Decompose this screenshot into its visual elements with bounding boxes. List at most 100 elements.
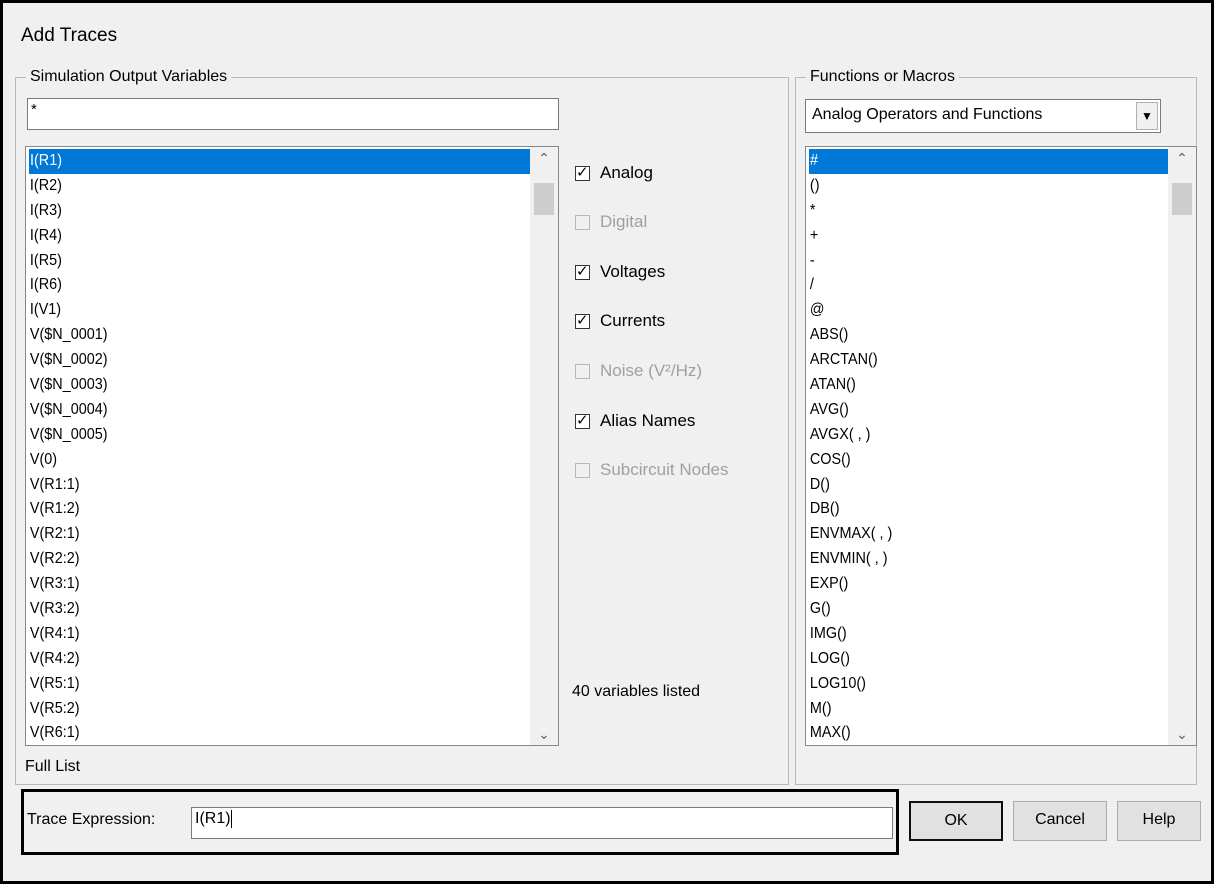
- chevron-up-icon[interactable]: ⌃: [530, 147, 558, 169]
- function-list-item-text: /: [809, 276, 814, 294]
- sim-output-list-item[interactable]: V(R5:2): [29, 697, 487, 722]
- sim-output-list-item[interactable]: V($N_0003): [29, 373, 487, 398]
- scroll-thumb[interactable]: [1172, 183, 1192, 215]
- function-list-item-text: ATAN(): [809, 376, 856, 394]
- chevron-down-icon[interactable]: ⌄: [1168, 723, 1196, 745]
- sim-output-list-item[interactable]: V($N_0001): [29, 323, 487, 348]
- alias-names-checkbox[interactable]: ✓ Alias Names: [575, 411, 695, 431]
- sim-output-list-item[interactable]: I(R5): [29, 249, 487, 274]
- sim-output-list-item[interactable]: I(R6): [29, 273, 487, 298]
- sim-output-list-item[interactable]: V(R6:1): [29, 721, 487, 745]
- subcircuit-nodes-label: Subcircuit Nodes: [600, 460, 729, 479]
- currents-checkbox[interactable]: ✓ Currents: [575, 311, 665, 331]
- sim-output-list-item[interactable]: V(R1:2): [29, 497, 487, 522]
- sim-output-list-item[interactable]: V(R2:2): [29, 547, 487, 572]
- sim-output-list[interactable]: I(R1) I(R2) I(R3) I(R4) I(R5) I(R6) I(V1) V($N_…: [25, 146, 559, 746]
- analog-checkbox[interactable]: ✓ Analog: [575, 163, 653, 183]
- triangle-down-icon[interactable]: ▼: [1136, 102, 1158, 130]
- function-list-item[interactable]: ARCTAN(): [809, 348, 1139, 373]
- checkmark-icon: ✓: [576, 311, 589, 329]
- cancel-button[interactable]: Cancel: [1013, 801, 1107, 841]
- function-list-item[interactable]: -: [809, 249, 1139, 274]
- function-list-item[interactable]: D(): [809, 473, 1139, 498]
- sim-output-list-item-text: V($N_0004): [29, 400, 108, 418]
- sim-output-list-item[interactable]: I(V1): [29, 298, 487, 323]
- function-list-item[interactable]: M(): [809, 697, 1139, 722]
- chevron-up-icon[interactable]: ⌃: [1168, 147, 1196, 169]
- sim-output-list-item-text: V(R1:1): [29, 475, 80, 493]
- sim-output-items: I(R1) I(R2) I(R3) I(R4) I(R5) I(R6) I(V1) V($N_…: [29, 149, 538, 745]
- functions-scrollbar[interactable]: ⌃ ⌄: [1168, 147, 1196, 745]
- chevron-down-icon[interactable]: ⌄: [530, 723, 558, 745]
- trace-expression-label: Trace Expression:: [27, 811, 156, 828]
- checkbox-box: ✓: [575, 311, 590, 329]
- sim-output-list-item[interactable]: I(R3): [29, 199, 487, 224]
- sim-output-scrollbar[interactable]: ⌃ ⌄: [530, 147, 558, 745]
- function-list-item[interactable]: IMG(): [809, 622, 1139, 647]
- checkbox-box: [575, 462, 590, 478]
- sim-output-list-item[interactable]: V(R2:1): [29, 522, 487, 547]
- function-list-item[interactable]: LOG10(): [809, 672, 1139, 697]
- sim-output-list-item[interactable]: V(R4:1): [29, 622, 487, 647]
- noise-checkbox[interactable]: Noise (V²/Hz): [575, 361, 702, 381]
- sim-output-list-item-text: V(R4:2): [29, 649, 80, 667]
- functions-dropdown-value: Analog Operators and Functions: [812, 106, 1043, 123]
- sim-output-list-item[interactable]: V($N_0005): [29, 423, 487, 448]
- function-list-item-text: M(): [809, 699, 832, 717]
- function-list-item-text: COS(): [809, 450, 851, 468]
- checkbox-box: [575, 214, 590, 230]
- function-list-item[interactable]: /: [809, 273, 1139, 298]
- sim-output-list-item[interactable]: I(R4): [29, 224, 487, 249]
- function-list-item[interactable]: ATAN(): [809, 373, 1139, 398]
- function-list-item-text: IMG(): [809, 624, 847, 642]
- function-list-item[interactable]: COS(): [809, 448, 1139, 473]
- scroll-thumb[interactable]: [534, 183, 554, 215]
- function-list-item[interactable]: LOG(): [809, 647, 1139, 672]
- sim-output-list-item[interactable]: V($N_0002): [29, 348, 487, 373]
- function-list-item[interactable]: AVGX( , ): [809, 423, 1139, 448]
- function-list-item[interactable]: #: [809, 149, 1176, 174]
- function-list-item-text: LOG10(): [809, 674, 866, 692]
- sim-output-list-item[interactable]: I(R1): [29, 149, 538, 174]
- trace-expression-input[interactable]: I(R1): [191, 807, 893, 839]
- function-list-item[interactable]: EXP(): [809, 572, 1139, 597]
- filter-input-value: *: [31, 101, 37, 118]
- sim-output-list-item-text: V(R5:2): [29, 699, 80, 717]
- function-list-item[interactable]: @: [809, 298, 1139, 323]
- alias-names-label: Alias Names: [600, 411, 696, 430]
- functions-dropdown[interactable]: Analog Operators and Functions ▼: [805, 99, 1161, 133]
- sim-output-list-item[interactable]: V(R1:1): [29, 473, 487, 498]
- functions-items: # () * + - / @ ABS() ARCTAN() ATAN() AVG() AVGX( , …: [809, 149, 1176, 745]
- sim-output-list-item[interactable]: I(R2): [29, 174, 487, 199]
- function-list-item[interactable]: AVG(): [809, 398, 1139, 423]
- help-button[interactable]: Help: [1117, 801, 1201, 841]
- sim-output-list-item[interactable]: V(0): [29, 448, 487, 473]
- sim-output-list-item[interactable]: V(R4:2): [29, 647, 487, 672]
- subcircuit-nodes-checkbox[interactable]: Subcircuit Nodes: [575, 460, 729, 480]
- sim-output-list-item-text: I(R4): [29, 226, 62, 244]
- functions-list[interactable]: # () * + - / @ ABS() ARCTAN() ATAN() AVG() AVGX( , …: [805, 146, 1197, 746]
- function-list-item-text: D(): [809, 475, 830, 493]
- digital-checkbox[interactable]: Digital: [575, 212, 647, 232]
- function-list-item[interactable]: ENVMIN( , ): [809, 547, 1139, 572]
- function-list-item[interactable]: DB(): [809, 497, 1139, 522]
- function-list-item[interactable]: (): [809, 174, 1139, 199]
- function-list-item[interactable]: *: [809, 199, 1139, 224]
- function-list-item[interactable]: MAX(): [809, 721, 1139, 745]
- noise-label: Noise (V²/Hz): [600, 361, 703, 380]
- add-traces-dialog: Add Traces Simulation Output Variables *…: [0, 0, 1214, 884]
- sim-output-list-item[interactable]: V(R3:2): [29, 597, 487, 622]
- sim-output-list-item[interactable]: V($N_0004): [29, 398, 487, 423]
- voltages-checkbox[interactable]: ✓ Voltages: [575, 262, 665, 282]
- function-list-item-text: ABS(): [809, 326, 849, 344]
- function-list-item[interactable]: ABS(): [809, 323, 1139, 348]
- sim-output-list-item-text: V(R2:2): [29, 550, 80, 568]
- filter-input[interactable]: *: [27, 98, 559, 130]
- function-list-item[interactable]: G(): [809, 597, 1139, 622]
- ok-button[interactable]: OK: [909, 801, 1003, 841]
- sim-output-list-item-text: V($N_0001): [29, 326, 108, 344]
- function-list-item[interactable]: ENVMAX( , ): [809, 522, 1139, 547]
- function-list-item[interactable]: +: [809, 224, 1139, 249]
- sim-output-list-item[interactable]: V(R5:1): [29, 672, 487, 697]
- sim-output-list-item[interactable]: V(R3:1): [29, 572, 487, 597]
